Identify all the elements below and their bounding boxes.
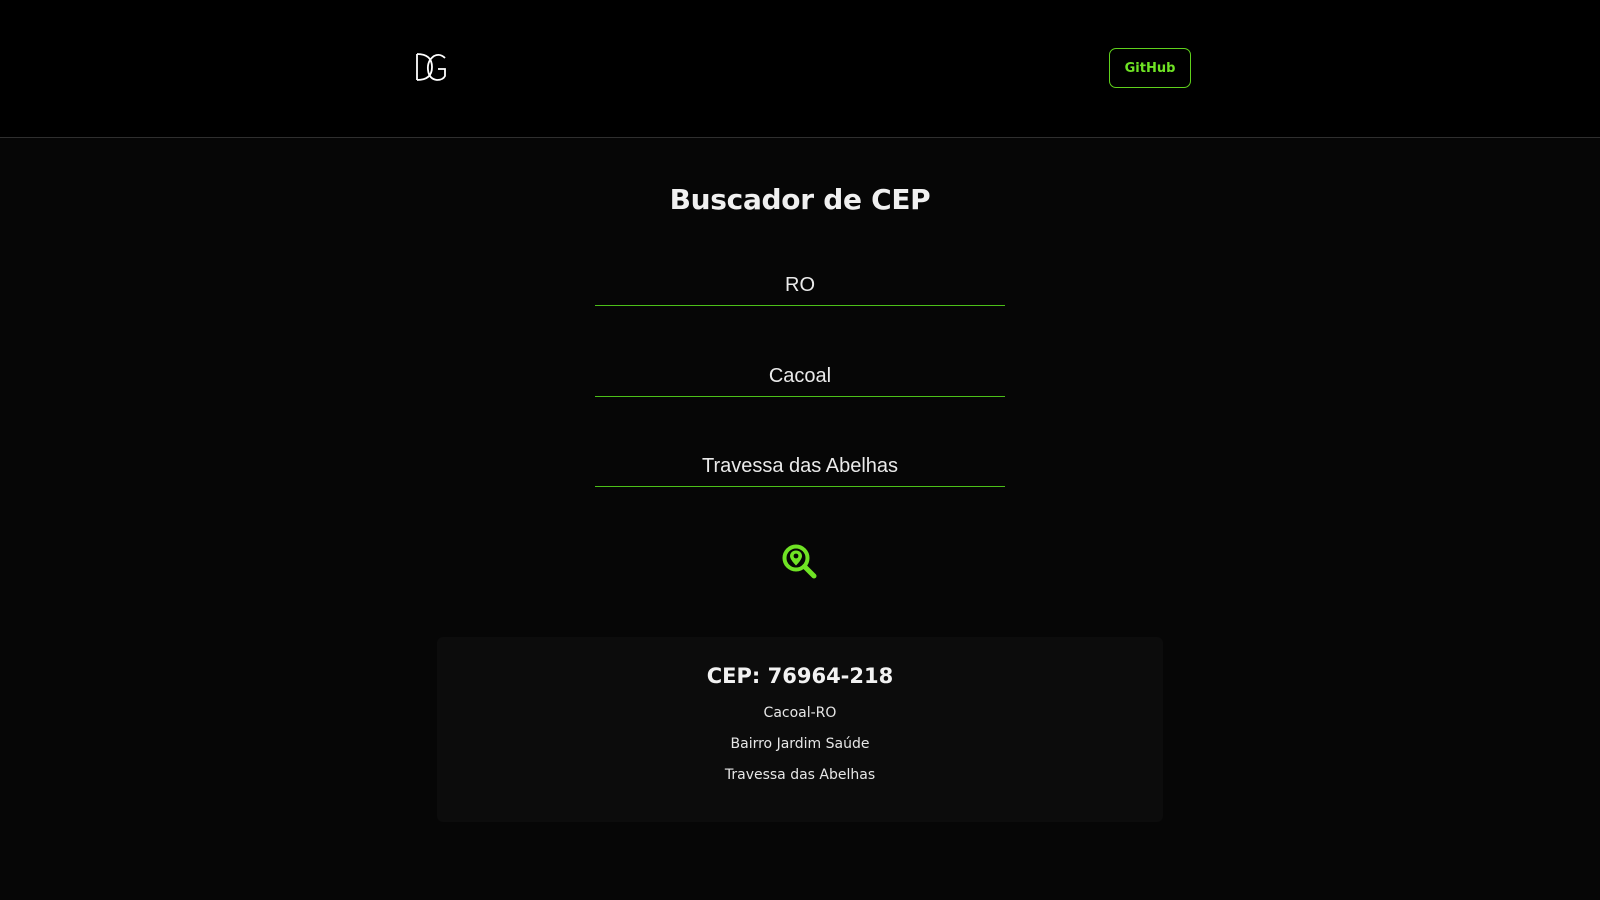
page-title: Buscador de CEP xyxy=(669,183,931,216)
result-cep: CEP: 76964-218 xyxy=(706,664,894,688)
site-header: GitHub xyxy=(0,0,1600,138)
map-pin-search-icon xyxy=(782,544,817,579)
result-bairro: Bairro Jardim Saúde xyxy=(730,736,870,752)
result-city-state: Cacoal-RO xyxy=(763,705,837,721)
result-card: CEP: 76964-218 Cacoal-RO Bairro Jardim S… xyxy=(437,637,1163,822)
street-input[interactable] xyxy=(595,451,1005,487)
city-input[interactable] xyxy=(595,361,1005,397)
github-button[interactable]: GitHub xyxy=(1109,48,1191,88)
search-button[interactable] xyxy=(780,542,820,582)
uf-input[interactable] xyxy=(595,270,1005,306)
dg-logo[interactable] xyxy=(414,50,448,84)
result-street: Travessa das Abelhas xyxy=(724,767,876,783)
